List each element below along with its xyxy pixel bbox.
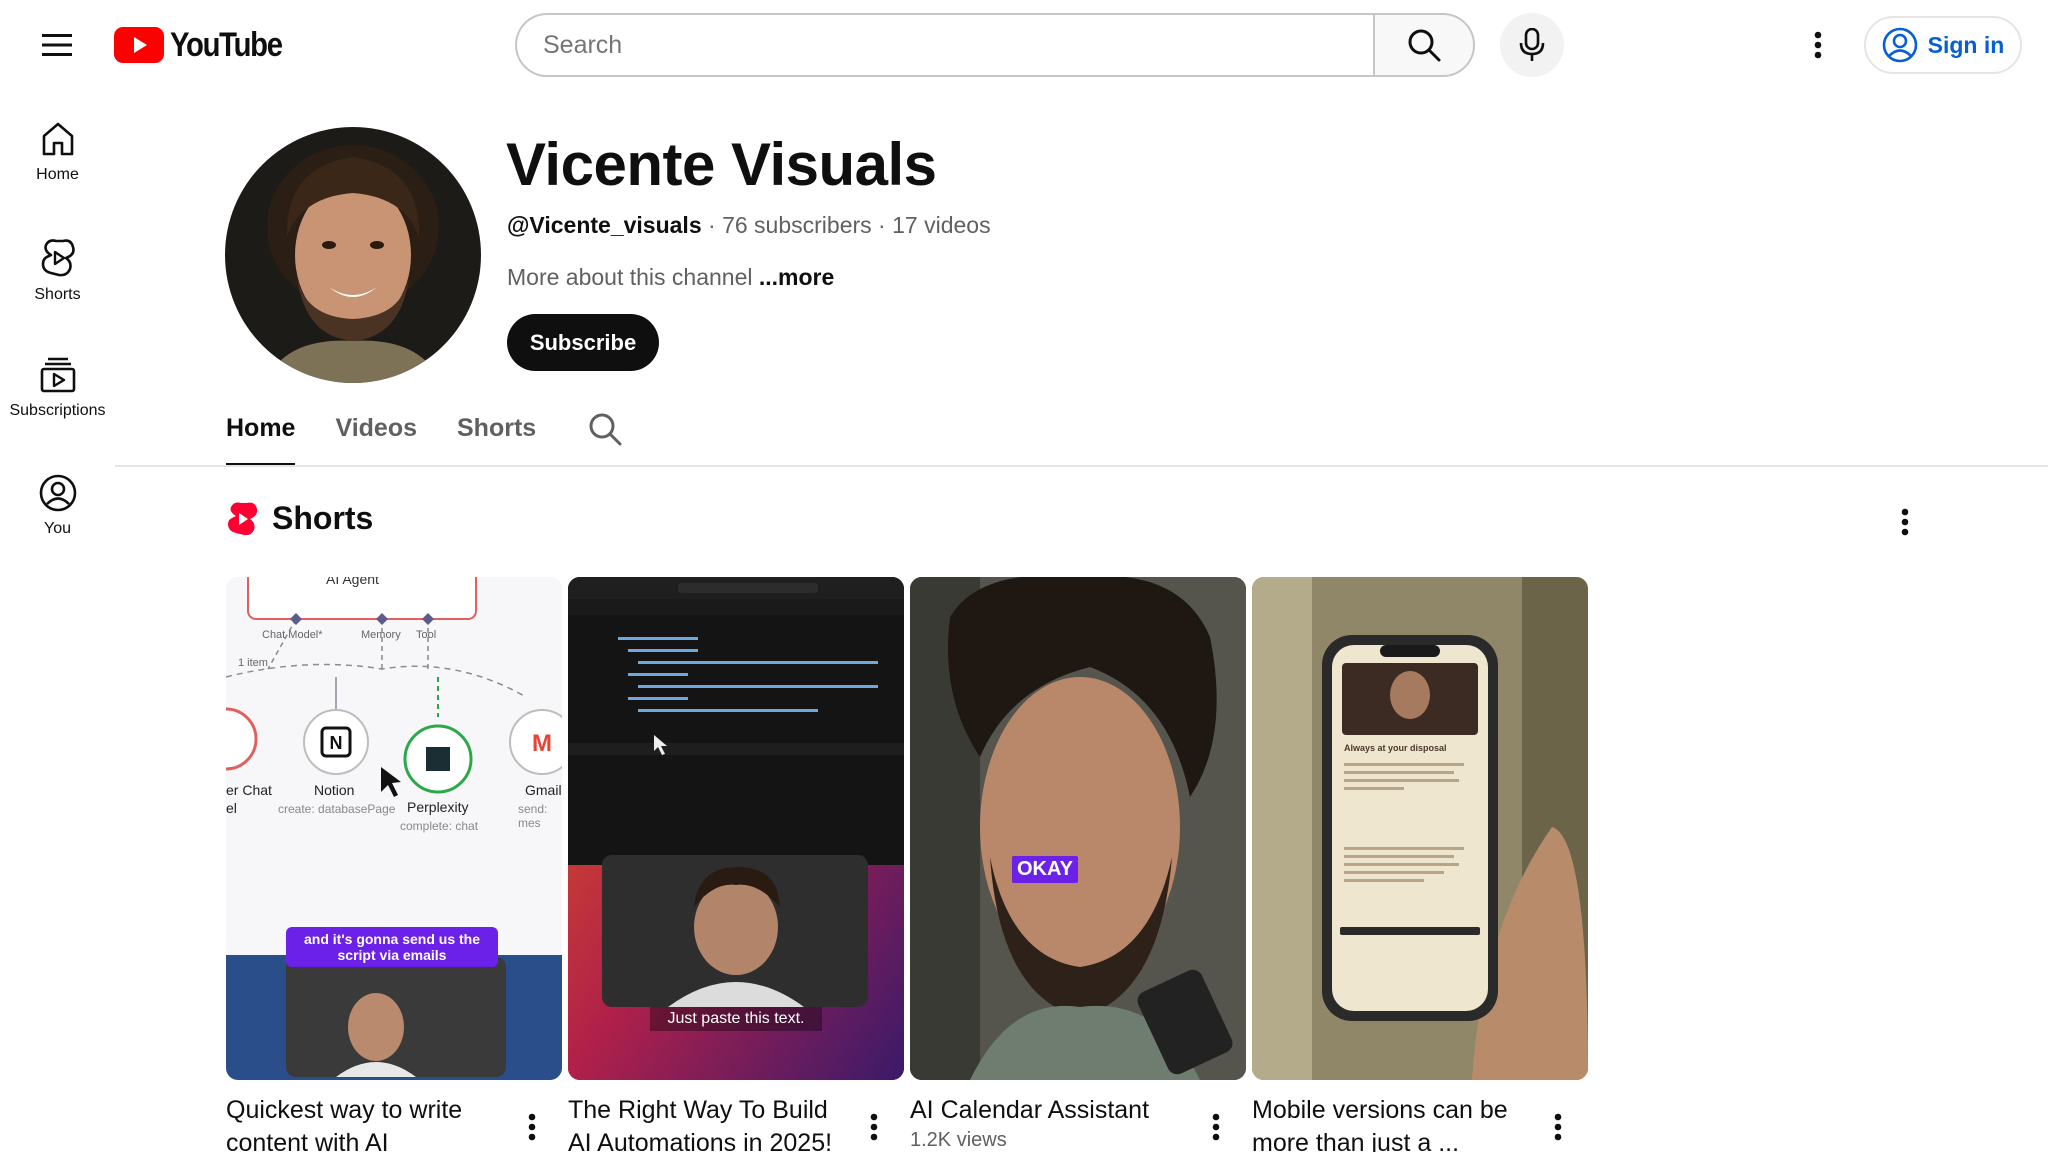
subscriber-count: 76 subscribers xyxy=(722,212,872,238)
search-icon xyxy=(589,413,622,446)
more-vert-icon xyxy=(1901,508,1909,536)
sidebar-item-subscriptions[interactable]: Subscriptions xyxy=(0,346,115,464)
search-input[interactable] xyxy=(515,13,1373,77)
video-caption: Just paste this text. xyxy=(650,1007,822,1031)
short-thumbnail[interactable]: N M Notion create: databasePage Perplexi… xyxy=(226,577,562,1080)
meta-separator: · xyxy=(878,212,893,238)
search-bar xyxy=(515,13,1475,77)
shorts-section-title: Shorts xyxy=(272,500,374,536)
code-editor-graphic xyxy=(568,577,904,1080)
channel-meta: @Vicente_visuals · 76 subscribers · 17 v… xyxy=(507,212,991,239)
short-card: Always at your disposal Mobile versions … xyxy=(1252,577,1588,1152)
notion-node-sublabel: create: databasePage xyxy=(278,802,396,816)
portrait-photo xyxy=(910,577,1246,1080)
sidebar-item-you[interactable]: You xyxy=(0,464,115,582)
phone-in-hand-photo xyxy=(1252,577,1588,1080)
sidebar: Home Shorts Subscriptions You xyxy=(0,110,115,582)
short-thumbnail[interactable]: Just paste this text. xyxy=(568,577,904,1080)
channel-tabs: Home Videos Shorts xyxy=(226,400,622,466)
notion-node-label: Notion xyxy=(314,782,355,798)
more-vert-icon xyxy=(528,1113,536,1141)
video-count: 17 videos xyxy=(892,212,991,238)
short-menu-button[interactable] xyxy=(856,1105,892,1149)
channel-about[interactable]: More about this channel ...more xyxy=(507,264,834,291)
short-title[interactable]: AI Calendar Assistant xyxy=(910,1094,1180,1127)
sidebar-item-label: Shorts xyxy=(34,286,81,303)
short-title[interactable]: Quickest way to write content with AI xyxy=(226,1094,496,1152)
menu-button[interactable] xyxy=(30,22,84,68)
sign-in-button[interactable]: Sign in xyxy=(1864,16,2022,74)
account-circle-icon xyxy=(1882,27,1917,63)
sidebar-item-label: Subscriptions xyxy=(9,402,106,419)
more-vert-icon xyxy=(1554,1113,1562,1141)
short-thumbnail[interactable]: Always at your disposal xyxy=(1252,577,1588,1080)
perplexity-node-sublabel: complete: chat xyxy=(400,819,479,833)
chat-node-label: er Chat xyxy=(226,782,272,798)
tab-home[interactable]: Home xyxy=(226,400,296,466)
more-vert-icon xyxy=(870,1113,878,1141)
ai-agent-label: AI Agent xyxy=(326,577,379,587)
phone-screen-heading: Always at your disposal xyxy=(1344,743,1447,753)
perplexity-node-label: Perplexity xyxy=(407,799,469,815)
short-card: Just paste this text. The Right Way To B… xyxy=(568,577,904,1152)
svg-text:M: M xyxy=(532,730,552,757)
more-vert-icon xyxy=(1814,31,1822,59)
video-caption: OKAY xyxy=(1012,856,1078,883)
short-menu-button[interactable] xyxy=(1198,1105,1234,1149)
channel-search-button[interactable] xyxy=(588,400,622,451)
channel-avatar[interactable] xyxy=(225,127,481,383)
avatar-photo xyxy=(225,127,481,383)
chat-node-label-2: el xyxy=(226,800,237,816)
shorts-logo-icon xyxy=(228,502,258,535)
short-views: 1.2K views xyxy=(910,1129,1007,1151)
gmail-node-label: Gmail xyxy=(525,782,562,798)
svg-text:N: N xyxy=(330,733,343,753)
video-caption: and it's gonna send us the script via em… xyxy=(286,927,498,967)
tool-label: Tool xyxy=(416,629,437,641)
shorts-section-header: Shorts xyxy=(226,500,373,537)
chat-model-label: Chat Model* xyxy=(262,629,323,641)
shorts-icon xyxy=(41,239,75,277)
short-title[interactable]: Mobile versions can be more than just a … xyxy=(1252,1094,1522,1152)
top-bar: YouTube Sign in xyxy=(0,0,2048,90)
workflow-diagram-graphic: N M xyxy=(226,577,562,1080)
more-link[interactable]: ...more xyxy=(759,264,834,290)
settings-menu-button[interactable] xyxy=(1798,22,1838,68)
about-text: More about this channel xyxy=(507,264,753,290)
youtube-play-logo-icon xyxy=(114,27,164,63)
sidebar-item-home[interactable]: Home xyxy=(0,110,115,228)
short-thumbnail[interactable]: OKAY xyxy=(910,577,1246,1080)
tabs-divider xyxy=(115,465,2048,467)
short-title[interactable]: The Right Way To Build AI Automations in… xyxy=(568,1094,838,1152)
sidebar-item-label: You xyxy=(44,520,71,537)
microphone-icon xyxy=(1519,28,1545,61)
short-card: OKAY AI Calendar Assistant 1.2K views xyxy=(910,577,1246,1151)
short-menu-button[interactable] xyxy=(514,1105,550,1149)
search-button[interactable] xyxy=(1373,13,1475,77)
subscriptions-icon xyxy=(40,357,75,393)
shorts-section-menu-button[interactable] xyxy=(1885,502,1925,542)
sidebar-item-shorts[interactable]: Shorts xyxy=(0,228,115,346)
subscribe-button[interactable]: Subscribe xyxy=(507,314,659,371)
hamburger-menu-icon xyxy=(42,34,72,56)
tab-shorts[interactable]: Shorts xyxy=(457,400,536,466)
short-card: N M Notion create: databasePage Perplexi… xyxy=(226,577,562,1152)
channel-handle: @Vicente_visuals xyxy=(507,212,702,238)
search-icon xyxy=(1408,29,1441,62)
channel-name: Vicente Visuals xyxy=(506,131,937,198)
more-vert-icon xyxy=(1212,1113,1220,1141)
gmail-node-sublabel: send: mes xyxy=(518,802,548,830)
sign-in-label: Sign in xyxy=(1927,31,2005,58)
sidebar-item-label: Home xyxy=(36,166,79,183)
meta-separator: · xyxy=(708,212,723,238)
youtube-logo[interactable]: YouTube xyxy=(114,25,300,64)
you-icon xyxy=(39,474,76,512)
item-count-label: 1 item xyxy=(238,657,268,669)
tab-videos[interactable]: Videos xyxy=(335,400,417,466)
memory-label: Memory xyxy=(361,629,401,641)
home-icon xyxy=(42,122,73,156)
voice-search-button[interactable] xyxy=(1500,13,1564,77)
short-menu-button[interactable] xyxy=(1540,1105,1576,1149)
logo-text: YouTube xyxy=(170,25,283,64)
